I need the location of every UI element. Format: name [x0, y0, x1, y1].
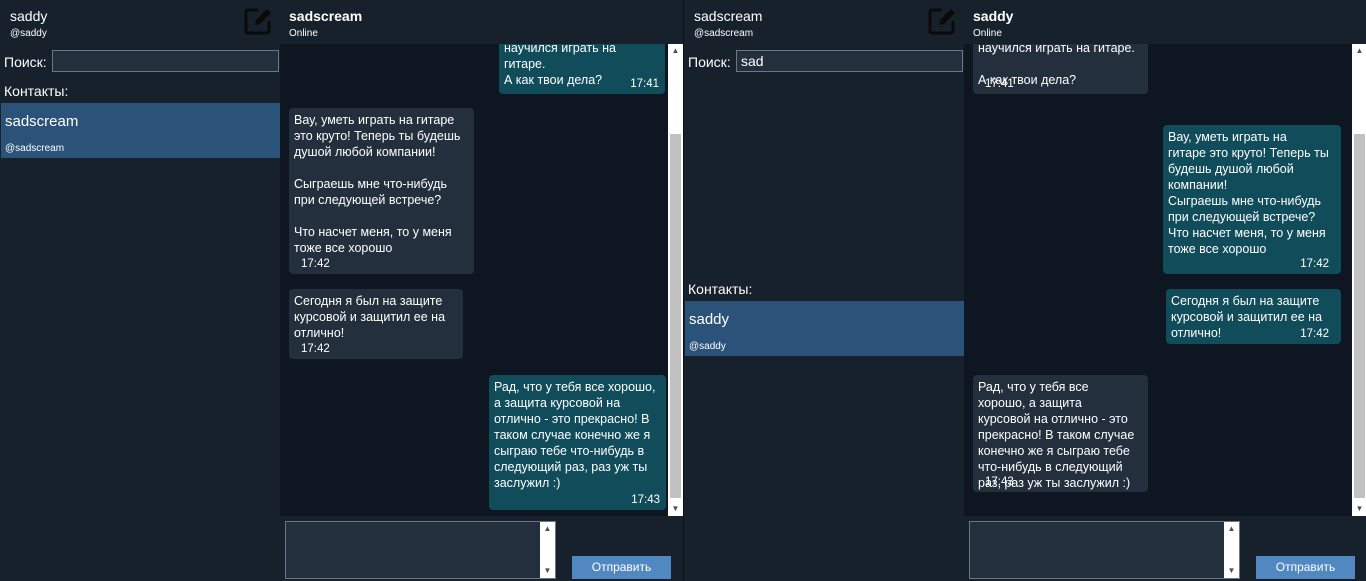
- send-button[interactable]: Отправить: [1256, 556, 1355, 579]
- account-handle: @sadscream: [694, 28, 754, 39]
- message-time: 17:41: [985, 78, 1014, 90]
- message-bubble-outgoing: Вау, уметь играть на гитаре это круто! Т…: [1163, 125, 1341, 274]
- search-label: Поиск:: [688, 54, 731, 70]
- messenger-window-sadscream: sadscream @sadscream saddy Online Поиск:…: [683, 0, 1366, 581]
- search-input[interactable]: [736, 50, 963, 72]
- search-label: Поиск:: [4, 54, 47, 70]
- input-scrollbar[interactable]: ▲ ▼: [540, 522, 555, 578]
- compose-area: ▲ ▼ Отправить: [964, 516, 1366, 581]
- message-text: Сегодня я был на защите курсовой и защит…: [294, 294, 446, 340]
- chat-scrollbar[interactable]: ▲ ▼: [668, 44, 683, 516]
- arrow-down-icon[interactable]: ▼: [540, 564, 555, 578]
- contact-item-saddy[interactable]: saddy @saddy: [685, 301, 964, 356]
- account-name: saddy: [10, 8, 48, 24]
- chat-scrollbar[interactable]: ▲ ▼: [1352, 44, 1366, 516]
- message-input[interactable]: ▲ ▼: [969, 521, 1240, 579]
- arrow-up-icon[interactable]: ▲: [1352, 44, 1366, 58]
- message-input[interactable]: ▲ ▼: [285, 521, 556, 579]
- sidebar: Поиск: Контакты: sadscream @sadscream: [0, 44, 280, 581]
- header-bar: saddy @saddy sadscream Online: [0, 0, 683, 44]
- message-time: 17:42: [301, 258, 330, 270]
- chat-title: sadscream: [289, 8, 363, 24]
- arrow-down-icon[interactable]: ▼: [1224, 564, 1239, 578]
- messenger-window-saddy: saddy @saddy sadscream Online Поиск: Кон…: [0, 0, 683, 581]
- message-bubble-incoming: Сегодня я был на защите курсовой и защит…: [289, 289, 463, 359]
- contact-handle: @sadscream: [5, 143, 65, 154]
- chat-title: saddy: [973, 8, 1014, 24]
- contact-name: sadscream: [5, 113, 79, 130]
- account-handle: @saddy: [10, 28, 47, 39]
- send-button[interactable]: Отправить: [572, 556, 671, 579]
- message-time: 17:43: [985, 476, 1014, 488]
- account-name: sadscream: [694, 8, 763, 24]
- input-scrollbar[interactable]: ▲ ▼: [1224, 522, 1239, 578]
- chat-status: Online: [289, 28, 318, 39]
- contacts-label: Контакты:: [4, 83, 69, 99]
- chat-status: Online: [973, 28, 1002, 39]
- contacts-label: Контакты:: [688, 281, 753, 297]
- message-text: Рад, что у тебя все хорошо, а защита кур…: [494, 380, 656, 490]
- compose-icon: [244, 8, 271, 35]
- scrollbar-thumb[interactable]: [1354, 134, 1365, 498]
- chat-messages[interactable]: научился играть на гитаре. А как твои де…: [280, 44, 683, 516]
- message-bubble-incoming: Вау, уметь играть на гитаре это круто! Т…: [289, 108, 474, 274]
- message-time: 17:41: [630, 78, 659, 90]
- message-text: Вау, уметь играть на гитаре это круто! Т…: [1168, 130, 1329, 256]
- chat-messages[interactable]: научился играть на гитаре. А как твои де…: [964, 44, 1366, 516]
- message-bubble-outgoing: Сегодня я был на защите курсовой и защит…: [1166, 289, 1341, 344]
- message-bubble-outgoing: Рад, что у тебя все хорошо, а защита кур…: [489, 375, 666, 510]
- message-time: 17:42: [1300, 328, 1329, 340]
- message-time: 17:42: [301, 343, 330, 355]
- contact-handle: @saddy: [689, 341, 726, 352]
- arrow-up-icon[interactable]: ▲: [1224, 522, 1239, 536]
- compose-icon: [928, 8, 955, 35]
- header-bar: sadscream @sadscream saddy Online: [684, 0, 1366, 44]
- message-bubble-incoming: научился играть на гитаре. А как твои де…: [973, 44, 1148, 94]
- sidebar: Поиск: Контакты: saddy @saddy: [684, 44, 964, 581]
- compose-button[interactable]: [243, 6, 273, 36]
- message-text: Вау, уметь играть на гитаре это круто! Т…: [294, 113, 461, 255]
- arrow-up-icon[interactable]: ▲: [540, 522, 555, 536]
- message-bubble-outgoing: научился играть на гитаре. А как твои де…: [499, 44, 665, 94]
- search-input[interactable]: [52, 50, 279, 72]
- contact-item-sadscream[interactable]: sadscream @sadscream: [1, 103, 280, 158]
- message-time: 17:43: [631, 494, 660, 506]
- arrow-down-icon[interactable]: ▼: [668, 502, 683, 516]
- compose-area: ▲ ▼ Отправить: [280, 516, 683, 581]
- message-time: 17:42: [1300, 258, 1329, 270]
- contact-name: saddy: [689, 311, 730, 328]
- arrow-up-icon[interactable]: ▲: [668, 44, 683, 58]
- message-bubble-incoming: Рад, что у тебя все хорошо, а защита кур…: [973, 375, 1148, 492]
- arrow-down-icon[interactable]: ▼: [1352, 502, 1366, 516]
- scrollbar-thumb[interactable]: [670, 134, 681, 498]
- compose-button[interactable]: [927, 6, 957, 36]
